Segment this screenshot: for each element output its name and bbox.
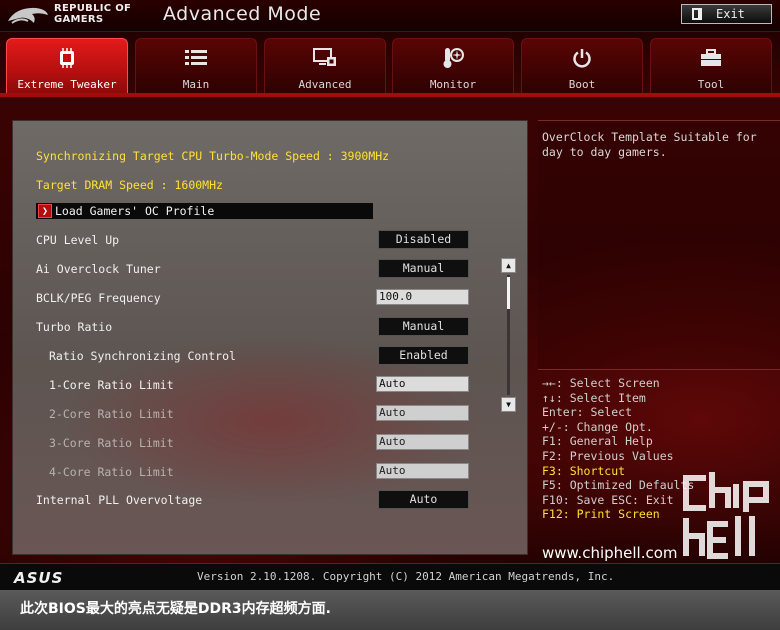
dram-speed-row: Target DRAM Speed : 1600MHz (13, 175, 529, 195)
key-hint: F2: Previous Values (542, 448, 674, 463)
tab-label: Monitor (429, 78, 477, 91)
help-description: OverClock Template Suitable for day to d… (542, 130, 757, 159)
key-hint: →←: Select Screen (542, 376, 660, 390)
asus-logo: ASUS (14, 569, 64, 587)
exit-door-icon (692, 8, 702, 20)
1-core-ratio-input[interactable]: Auto (376, 376, 469, 392)
setting-label: Ai Overclock Tuner (36, 262, 161, 276)
setting-label: 3-Core Ratio Limit (49, 436, 174, 450)
rog-brand-text: REPUBLIC OF GAMERS (54, 3, 132, 25)
setting-label: Ratio Synchronizing Control (49, 349, 236, 363)
bios-screen: REPUBLIC OF GAMERS Advanced Mode Exit Ex… (0, 0, 780, 590)
tab-label: Advanced (298, 78, 352, 91)
load-profile-item[interactable]: ❯ Load Gamers' OC Profile (36, 203, 373, 219)
tab-underline (0, 93, 780, 97)
setting-label: 4-Core Ratio Limit (49, 465, 174, 479)
monitor-chip-icon (313, 47, 337, 69)
exit-button[interactable]: Exit (681, 4, 772, 24)
key-hint: Enter: Select (542, 405, 633, 420)
setting-row-1-core-ratio[interactable]: 1-Core Ratio Limit Auto (13, 375, 529, 395)
tab-tool[interactable]: Tool (650, 38, 772, 94)
ai-overclock-tuner-select[interactable]: Manual (378, 259, 469, 278)
footer-bar: ASUS Version 2.10.1208. Copyright (C) 20… (0, 563, 780, 590)
3-core-ratio-input[interactable]: Auto (376, 434, 469, 450)
tab-monitor[interactable]: Monitor (392, 38, 514, 94)
sync-speed-row: Synchronizing Target CPU Turbo-Mode Spee… (13, 146, 529, 166)
caption-strip: 此次BIOS最大的亮点无疑是DDR3内存超频方面. (0, 590, 780, 630)
setting-label: 2-Core Ratio Limit (49, 407, 174, 421)
chevron-right-icon: ❯ (38, 204, 52, 218)
scroll-down-arrow-icon[interactable]: ▼ (501, 397, 516, 412)
caption-text: 此次BIOS最大的亮点无疑是DDR3内存超频方面. (20, 601, 331, 617)
setting-row-turbo-ratio[interactable]: Turbo Ratio Manual (13, 317, 529, 337)
version-text: Version 2.10.1208. Copyright (C) 2012 Am… (197, 570, 615, 583)
setting-row-ratio-sync-control[interactable]: Ratio Synchronizing Control Enabled (13, 346, 529, 366)
rog-eye-logo-icon (8, 7, 48, 24)
tab-label: Main (182, 78, 210, 91)
exit-label: Exit (716, 7, 745, 21)
setting-label: 1-Core Ratio Limit (49, 378, 174, 392)
tab-bar: Extreme Tweaker Main Advanced Monitor Bo… (6, 38, 776, 94)
key-hint: F1: General Help (542, 434, 653, 449)
tab-label: Tool (697, 78, 725, 91)
toolbox-icon (699, 47, 723, 69)
help-panel: OverClock Template Suitable for day to d… (538, 120, 780, 370)
4-core-ratio-input[interactable]: Auto (376, 463, 469, 479)
setting-row-3-core-ratio[interactable]: 3-Core Ratio Limit Auto (13, 433, 529, 453)
setting-label: Internal PLL Overvoltage (36, 493, 203, 507)
tab-boot[interactable]: Boot (521, 38, 643, 94)
key-hint: ↑↓: Select Item (542, 390, 646, 405)
load-profile-label: Load Gamers' OC Profile (55, 204, 215, 218)
list-icon (184, 47, 208, 69)
cpu-level-up-select[interactable]: Disabled (378, 230, 469, 249)
bclk-frequency-input[interactable]: 100.0 (376, 289, 469, 305)
sync-speed-text: Synchronizing Target CPU Turbo-Mode Spee… (36, 149, 390, 163)
tab-advanced[interactable]: Advanced (264, 38, 386, 94)
setting-row-cpu-level-up[interactable]: CPU Level Up Disabled (13, 230, 529, 250)
key-hint: +/-: Change Opt. (542, 419, 653, 434)
dram-speed-text: Target DRAM Speed : 1600MHz (36, 178, 223, 192)
setting-label: Turbo Ratio (36, 320, 113, 334)
tab-extreme-tweaker[interactable]: Extreme Tweaker (6, 38, 128, 94)
setting-label: BCLK/PEG Frequency (36, 291, 161, 305)
turbo-ratio-select[interactable]: Manual (378, 317, 469, 336)
setting-row-pll-overvoltage[interactable]: Internal PLL Overvoltage Auto (13, 490, 529, 510)
tab-label: Extreme Tweaker (17, 78, 117, 91)
thermometer-fan-icon (441, 47, 465, 69)
scroll-up-arrow-icon[interactable]: ▲ (501, 258, 516, 273)
setting-row-bclk-frequency[interactable]: BCLK/PEG Frequency 100.0 (13, 288, 529, 308)
scrollbar-thumb[interactable] (507, 277, 510, 309)
watermark-url: www.chiphell.com (542, 544, 678, 562)
header-bar: REPUBLIC OF GAMERS Advanced Mode Exit (0, 0, 780, 32)
setting-label: CPU Level Up (36, 233, 120, 247)
chiphell-watermark-logo-icon (683, 472, 769, 559)
power-icon (570, 47, 594, 69)
2-core-ratio-input[interactable]: Auto (376, 405, 469, 421)
mode-title: Advanced Mode (163, 3, 322, 25)
setting-row-ai-overclock-tuner[interactable]: Ai Overclock Tuner Manual (13, 259, 529, 279)
settings-panel: Synchronizing Target CPU Turbo-Mode Spee… (12, 120, 528, 555)
pll-overvoltage-select[interactable]: Auto (378, 490, 469, 509)
ratio-sync-control-select[interactable]: Enabled (378, 346, 469, 365)
tab-main[interactable]: Main (135, 38, 257, 94)
ram-chip-icon (55, 47, 79, 69)
tab-label: Boot (568, 78, 596, 91)
setting-row-4-core-ratio[interactable]: 4-Core Ratio Limit Auto (13, 462, 529, 482)
setting-row-2-core-ratio[interactable]: 2-Core Ratio Limit Auto (13, 404, 529, 424)
